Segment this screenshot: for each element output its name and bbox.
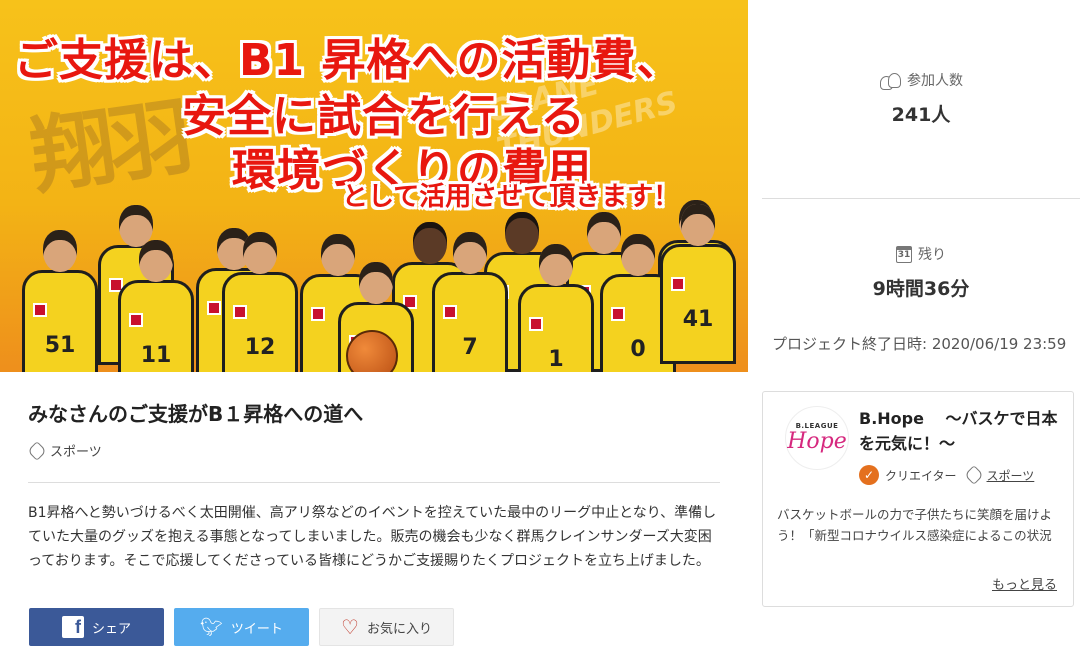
- sponsor-logo-icon: [233, 305, 247, 319]
- facebook-icon: f: [61, 616, 84, 638]
- people-icon: [879, 72, 901, 90]
- avatar-hope-logo: Hope: [787, 429, 847, 454]
- participants-stat: 参加人数 241人: [762, 70, 1080, 127]
- player-jersey: 1: [518, 284, 594, 372]
- see-more-link[interactable]: もっと見る: [992, 574, 1057, 593]
- verified-check-icon: ✓: [859, 465, 879, 485]
- remaining-value: 9時間36分: [872, 278, 970, 300]
- tweet-button[interactable]: 🐦︎ ツイート: [174, 608, 309, 646]
- player-head: [359, 262, 393, 304]
- favorite-button[interactable]: ♡ お気に入り: [319, 608, 454, 646]
- sponsor-logo-icon: [33, 303, 47, 317]
- jersey-number: 11: [140, 343, 172, 368]
- hero-headline-line-1: ご支援は、B1 昇格への活動費、: [14, 35, 682, 86]
- project-stats-panel: 参加人数 241人 31 残り 9時間36分 プロジェクト終了日時: 2020/…: [762, 0, 1080, 372]
- favorite-label: お気に入り: [366, 621, 432, 637]
- player-jersey: 7: [432, 272, 508, 372]
- creator-category-link[interactable]: スポーツ: [987, 467, 1035, 484]
- project-end-date: プロジェクト終了日時: 2020/06/19 23:59: [772, 335, 1067, 353]
- participants-label: 参加人数: [907, 73, 963, 89]
- tag-icon: [963, 465, 984, 485]
- creator-meta: ✓ クリエイター スポーツ: [859, 465, 1034, 485]
- remaining-label: 残り: [918, 247, 946, 263]
- hero-headline: ご支援は、B1 昇格への活動費、 安全に試合を行える 環境づくりの費用 として活…: [0, 0, 748, 230]
- facebook-share-button[interactable]: f シェア: [29, 608, 164, 646]
- calendar-icon: 31: [896, 245, 912, 263]
- sponsor-logo-icon: [207, 301, 221, 315]
- jersey-number: 41: [682, 307, 714, 332]
- tag-icon: [27, 440, 47, 461]
- content-divider: [28, 482, 720, 483]
- player-head: [321, 234, 355, 276]
- player-jersey: 41: [660, 244, 736, 364]
- sponsor-logo-icon: [611, 307, 625, 321]
- player-head: [243, 232, 277, 274]
- sponsor-logo-icon: [529, 317, 543, 331]
- hero-banner-image: 翔羽 CRANE THUNDERS 51 11 12 7 1 0 41 ご支援は、B1 昇格へ…: [0, 0, 748, 372]
- heart-icon: ♡: [341, 615, 359, 639]
- remaining-time-stat: 31 残り 9時間36分: [762, 244, 1080, 301]
- creator-name[interactable]: B.Hope ～バスケで日本を元気に！～: [859, 406, 1069, 456]
- player-head: [139, 240, 173, 282]
- creator-avatar[interactable]: B.LEAGUE Hope: [785, 406, 849, 470]
- share-label: シェア: [91, 621, 131, 637]
- player-head: [621, 234, 655, 276]
- creator-card: B.LEAGUE Hope B.Hope ～バスケで日本を元気に！～ ✓ クリエ…: [762, 391, 1074, 607]
- hero-headline-line-4: として活用させて頂きます！: [342, 182, 680, 212]
- jersey-number: 12: [244, 335, 276, 360]
- jersey-number: 51: [44, 333, 76, 358]
- jersey-number: 1: [548, 347, 564, 372]
- jersey-number: 7: [462, 335, 478, 360]
- project-category-tag[interactable]: スポーツ: [27, 440, 102, 461]
- twitter-bird-icon: 🐦︎: [200, 616, 223, 638]
- player-head: [453, 232, 487, 274]
- project-description: B1昇格へと勢いづけるべく太田開催、高アリ祭などのイベントを控えていた最中のリー…: [28, 505, 717, 569]
- project-title: みなさんのご支援がB１昇格への道へ: [28, 402, 364, 426]
- sponsor-logo-icon: [443, 305, 457, 319]
- player-jersey: 11: [118, 280, 194, 372]
- player-jersey: 12: [222, 272, 298, 372]
- player-jersey: 51: [22, 270, 98, 372]
- tweet-label: ツイート: [230, 621, 283, 637]
- description-fade-overlay: [777, 542, 1063, 568]
- project-category-label[interactable]: スポーツ: [50, 441, 102, 460]
- participants-value: 241人: [891, 104, 951, 126]
- player-head: [539, 244, 573, 286]
- creator-role-label: クリエイター: [885, 468, 957, 483]
- sponsor-logo-icon: [129, 313, 143, 327]
- sponsor-logo-icon: [671, 277, 685, 291]
- player-head: [43, 230, 77, 272]
- sponsor-logo-icon: [311, 307, 325, 321]
- stats-divider: [762, 198, 1080, 199]
